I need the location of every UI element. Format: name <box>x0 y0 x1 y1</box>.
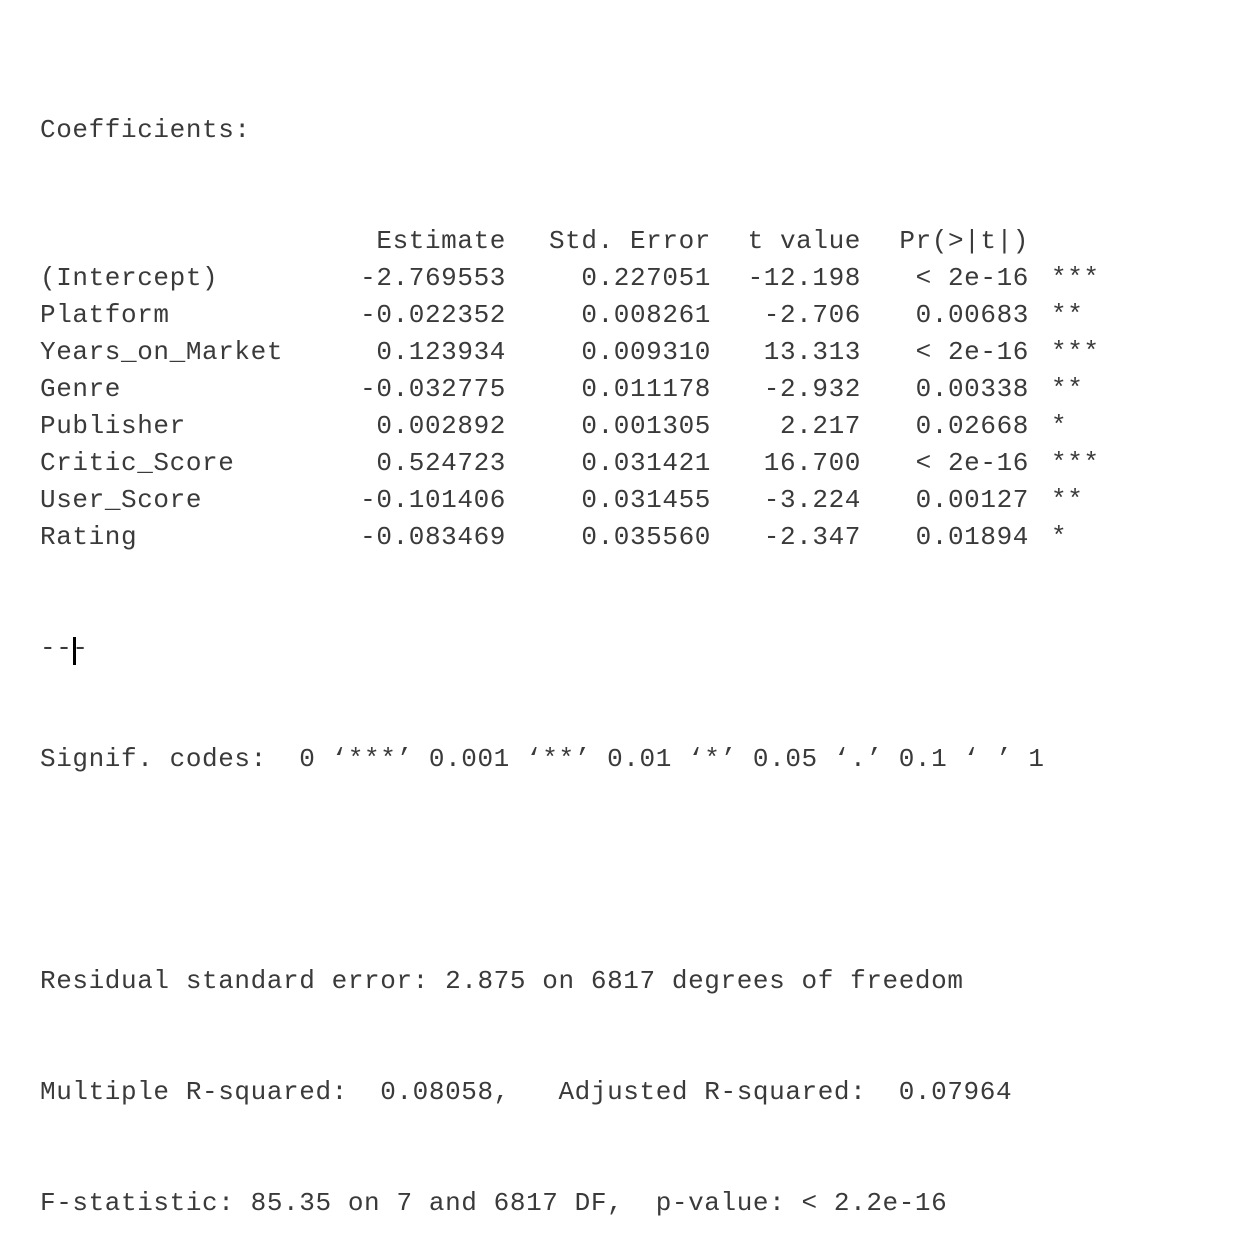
coefficients-body: (Intercept) -2.769553 0.227051 -12.198 < 2e-… <box>40 260 1119 556</box>
coefficient-row: User_Score -0.101406 0.031455 -3.224 0.00127… <box>40 482 1119 519</box>
column-header-std-error: Std. Error <box>548 226 711 256</box>
coefficients-heading: Coefficients: <box>40 115 251 145</box>
p-value: < 2e-16 <box>915 448 1029 478</box>
coefficient-row: (Intercept) -2.769553 0.227051 -12.198 < 2e-… <box>40 260 1119 297</box>
term-name: (Intercept) <box>40 263 219 293</box>
text-cursor <box>73 637 76 665</box>
signif-stars: * <box>1051 522 1068 552</box>
estimate-value: 0.002892 <box>376 411 506 441</box>
p-value: 0.00127 <box>915 485 1029 515</box>
std-error-value: 0.008261 <box>581 300 711 330</box>
t-value: -2.932 <box>763 374 861 404</box>
term-name: User_Score <box>40 485 203 515</box>
t-value: -2.347 <box>763 522 861 552</box>
p-value: 0.02668 <box>915 411 1029 441</box>
separator-line: --- <box>40 633 89 663</box>
p-value: < 2e-16 <box>915 263 1029 293</box>
column-header-p-value: Pr(>|t|) <box>899 226 1029 256</box>
term-name: Critic_Score <box>40 448 235 478</box>
coefficient-row: Genre -0.032775 0.011178 -2.932 0.00338 ** <box>40 371 1119 408</box>
p-value: 0.00683 <box>915 300 1029 330</box>
f-statistic-line: F-statistic: 85.35 on 7 and 6817 DF, p-v… <box>40 1188 948 1218</box>
term-name: Publisher <box>40 411 186 441</box>
coefficients-header-row: Estimate Std. Error t value Pr(>|t|) <box>40 223 1119 260</box>
estimate-value: 0.123934 <box>376 337 506 367</box>
term-name: Platform <box>40 300 170 330</box>
coefficient-row: Rating -0.083469 0.035560 -2.347 0.01894 * <box>40 519 1119 556</box>
coefficient-row: Platform -0.022352 0.008261 -2.706 0.00683 ** <box>40 297 1119 334</box>
signif-stars: *** <box>1051 263 1100 293</box>
signif-stars: * <box>1051 411 1068 441</box>
t-value: 16.700 <box>763 448 861 478</box>
coefficient-row: Critic_Score 0.524723 0.031421 16.700 < 2e-1… <box>40 445 1119 482</box>
std-error-value: 0.011178 <box>581 374 711 404</box>
std-error-value: 0.031455 <box>581 485 711 515</box>
r-squared-line: Multiple R-squared: 0.08058, Adjusted R-… <box>40 1077 1013 1107</box>
term-name: Genre <box>40 374 122 404</box>
std-error-value: 0.035560 <box>581 522 711 552</box>
std-error-value: 0.227051 <box>581 263 711 293</box>
estimate-value: -2.769553 <box>360 263 506 293</box>
signif-stars: *** <box>1051 337 1100 367</box>
estimate-value: 0.524723 <box>376 448 506 478</box>
coefficients-table: Estimate Std. Error t value Pr(>|t|) (In… <box>40 223 1119 556</box>
signif-codes-line: Signif. codes: 0 ‘***’ 0.001 ‘**’ 0.01 ‘… <box>40 744 1045 774</box>
term-name: Rating <box>40 522 138 552</box>
std-error-value: 0.009310 <box>581 337 711 367</box>
column-header-t-value: t value <box>747 226 861 256</box>
coefficient-row: Years_on_Market 0.123934 0.009310 13.313 < 2… <box>40 334 1119 371</box>
estimate-value: -0.032775 <box>360 374 506 404</box>
signif-stars: ** <box>1051 300 1084 330</box>
column-header-signif <box>1029 223 1119 260</box>
signif-stars: *** <box>1051 448 1100 478</box>
estimate-value: -0.083469 <box>360 522 506 552</box>
column-header-estimate: Estimate <box>376 226 506 256</box>
p-value: 0.00338 <box>915 374 1029 404</box>
std-error-value: 0.031421 <box>581 448 711 478</box>
std-error-value: 0.001305 <box>581 411 711 441</box>
term-name: Years_on_Market <box>40 337 284 367</box>
p-value: < 2e-16 <box>915 337 1029 367</box>
t-value: -2.706 <box>763 300 861 330</box>
t-value: 2.217 <box>779 411 861 441</box>
t-value: -3.224 <box>763 485 861 515</box>
p-value: 0.01894 <box>915 522 1029 552</box>
estimate-value: -0.101406 <box>360 485 506 515</box>
signif-stars: ** <box>1051 374 1084 404</box>
t-value: 13.313 <box>763 337 861 367</box>
t-value: -12.198 <box>747 263 861 293</box>
coefficient-row: Publisher 0.002892 0.001305 2.217 0.02668 * <box>40 408 1119 445</box>
column-header-term <box>40 223 340 260</box>
signif-stars: ** <box>1051 485 1084 515</box>
estimate-value: -0.022352 <box>360 300 506 330</box>
residual-se-line: Residual standard error: 2.875 on 6817 d… <box>40 966 964 996</box>
console-output: Coefficients: Estimate Std. Error t valu… <box>40 38 1119 1259</box>
